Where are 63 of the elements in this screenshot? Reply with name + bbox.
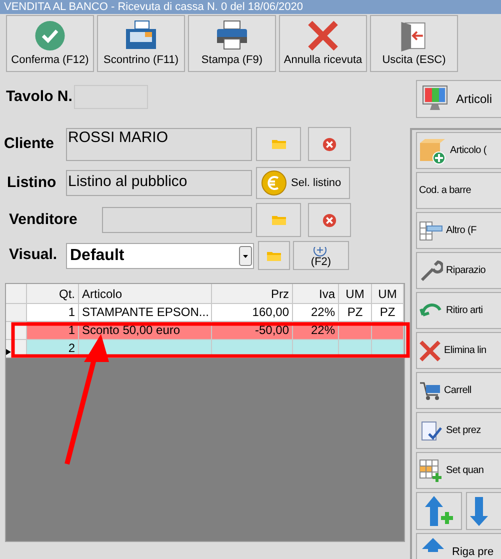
side-button[interactable]: Riga pre xyxy=(416,533,501,559)
current-row-icon xyxy=(6,349,11,355)
side-button[interactable]: Altro (F xyxy=(416,212,501,249)
side-button[interactable]: Elimina lin xyxy=(416,332,501,369)
table-add-icon xyxy=(419,458,443,482)
move-up-add-button[interactable] xyxy=(416,492,462,530)
side-button[interactable]: Set quan xyxy=(416,452,501,489)
clear-icon xyxy=(322,136,337,152)
side-button[interactable]: Cod. a barre xyxy=(416,172,501,209)
document-check-icon xyxy=(419,418,443,442)
table-cell: 22% xyxy=(293,304,339,322)
clear-icon xyxy=(322,212,337,228)
toolbar-button[interactable]: Annulla ricevuta xyxy=(279,15,367,72)
table-cell: 160,00 xyxy=(212,304,293,322)
wrench-icon xyxy=(419,258,443,282)
side-button[interactable]: Riparazio xyxy=(416,252,501,289)
monitor-icon xyxy=(422,85,448,113)
table-insert-icon xyxy=(419,220,443,240)
toolbar-button[interactable]: Stampa (F9) xyxy=(188,15,276,72)
toolbar-button[interactable]: Uscita (ESC) xyxy=(370,15,458,72)
field-label: Cliente xyxy=(4,134,56,154)
price-list-button[interactable]: Sel. listino xyxy=(256,167,350,199)
box-add-icon xyxy=(419,136,447,164)
move-down-button[interactable] xyxy=(466,492,501,530)
articles-button[interactable]: Articoli xyxy=(416,80,501,118)
browse-button[interactable] xyxy=(256,127,301,161)
browse-button[interactable] xyxy=(256,203,301,237)
delete-icon xyxy=(419,340,441,362)
toolbar-button[interactable]: Scontrino (F11) xyxy=(97,15,185,72)
side-button[interactable]: Articolo ( xyxy=(416,132,501,169)
view-dropdown[interactable]: Default xyxy=(66,242,254,268)
clear-button[interactable] xyxy=(308,203,351,237)
cash-register-icon xyxy=(125,20,157,50)
checkmark-icon xyxy=(34,20,66,52)
table-cell: STAMPANTE EPSON... xyxy=(79,304,212,322)
browse-button[interactable] xyxy=(258,241,290,270)
field-label: Tavolo N. xyxy=(6,86,72,107)
clear-button[interactable] xyxy=(308,127,351,161)
input-field[interactable] xyxy=(102,207,252,233)
table-cell: PZ xyxy=(339,304,372,322)
field-label: Visual. xyxy=(9,245,58,266)
field-label: Venditore xyxy=(9,210,78,230)
up-arrow-add-icon xyxy=(424,495,454,527)
title-bar: VENDITA AL BANCO - Ricevuta di cassa N. 0 del 18/06/2020 xyxy=(0,0,501,14)
input-field[interactable]: ROSSI MARIO xyxy=(66,128,252,160)
cart-icon xyxy=(419,380,441,400)
down-arrow-icon xyxy=(470,496,488,526)
cancel-icon xyxy=(307,20,339,52)
side-button[interactable]: Carrell xyxy=(416,372,501,409)
folder-icon xyxy=(270,138,286,150)
euro-coin-icon xyxy=(261,170,287,196)
zoom-button[interactable]: (F2) xyxy=(293,241,349,270)
folder-icon xyxy=(270,214,286,226)
toolbar-button[interactable]: Conferma (F12) xyxy=(6,15,94,72)
folder-icon xyxy=(266,250,282,262)
table-cell: 1 xyxy=(27,304,79,322)
side-button[interactable]: Set prez xyxy=(416,412,501,449)
table-cell: PZ xyxy=(372,304,404,322)
field-label: Listino xyxy=(7,172,58,193)
printer-icon xyxy=(216,20,248,50)
side-button[interactable]: Ritiro arti xyxy=(416,292,501,329)
up-arrow-icon xyxy=(422,538,444,552)
input-field[interactable]: Listino al pubblico xyxy=(66,170,252,196)
